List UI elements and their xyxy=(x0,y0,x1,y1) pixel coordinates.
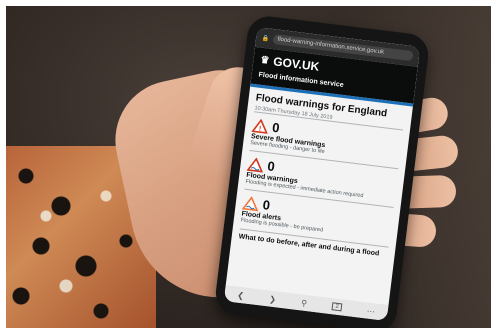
crown-icon: ♛ xyxy=(259,54,271,67)
flood-alerts-count: 0 xyxy=(261,197,271,213)
phone-screen: 🔒 flood-warning-information.service.gov.… xyxy=(223,27,421,321)
chevron-right-icon[interactable]: ❯ xyxy=(269,294,277,304)
tabs-button[interactable]: 2 xyxy=(331,302,343,312)
photo: 🔒 flood-warning-information.service.gov.… xyxy=(6,6,491,328)
main-content: Flood warnings for England 10:30am Thurs… xyxy=(231,87,413,265)
flood-warnings-count: 0 xyxy=(266,158,276,175)
flood-alert-icon xyxy=(242,195,259,211)
chevron-left-icon[interactable]: ❮ xyxy=(237,290,245,300)
browser-bottom-nav: ❮ ❯ ⚲ 2 ⋯ xyxy=(223,285,389,321)
severe-warning-icon: ! xyxy=(251,118,268,134)
flood-warning-icon xyxy=(246,156,264,173)
lock-icon: 🔒 xyxy=(261,35,270,43)
smartphone: 🔒 flood-warning-information.service.gov.… xyxy=(213,14,431,328)
search-icon[interactable]: ⚲ xyxy=(301,298,308,308)
more-icon[interactable]: ⋯ xyxy=(366,306,375,316)
severe-warnings-count: 0 xyxy=(271,119,281,136)
